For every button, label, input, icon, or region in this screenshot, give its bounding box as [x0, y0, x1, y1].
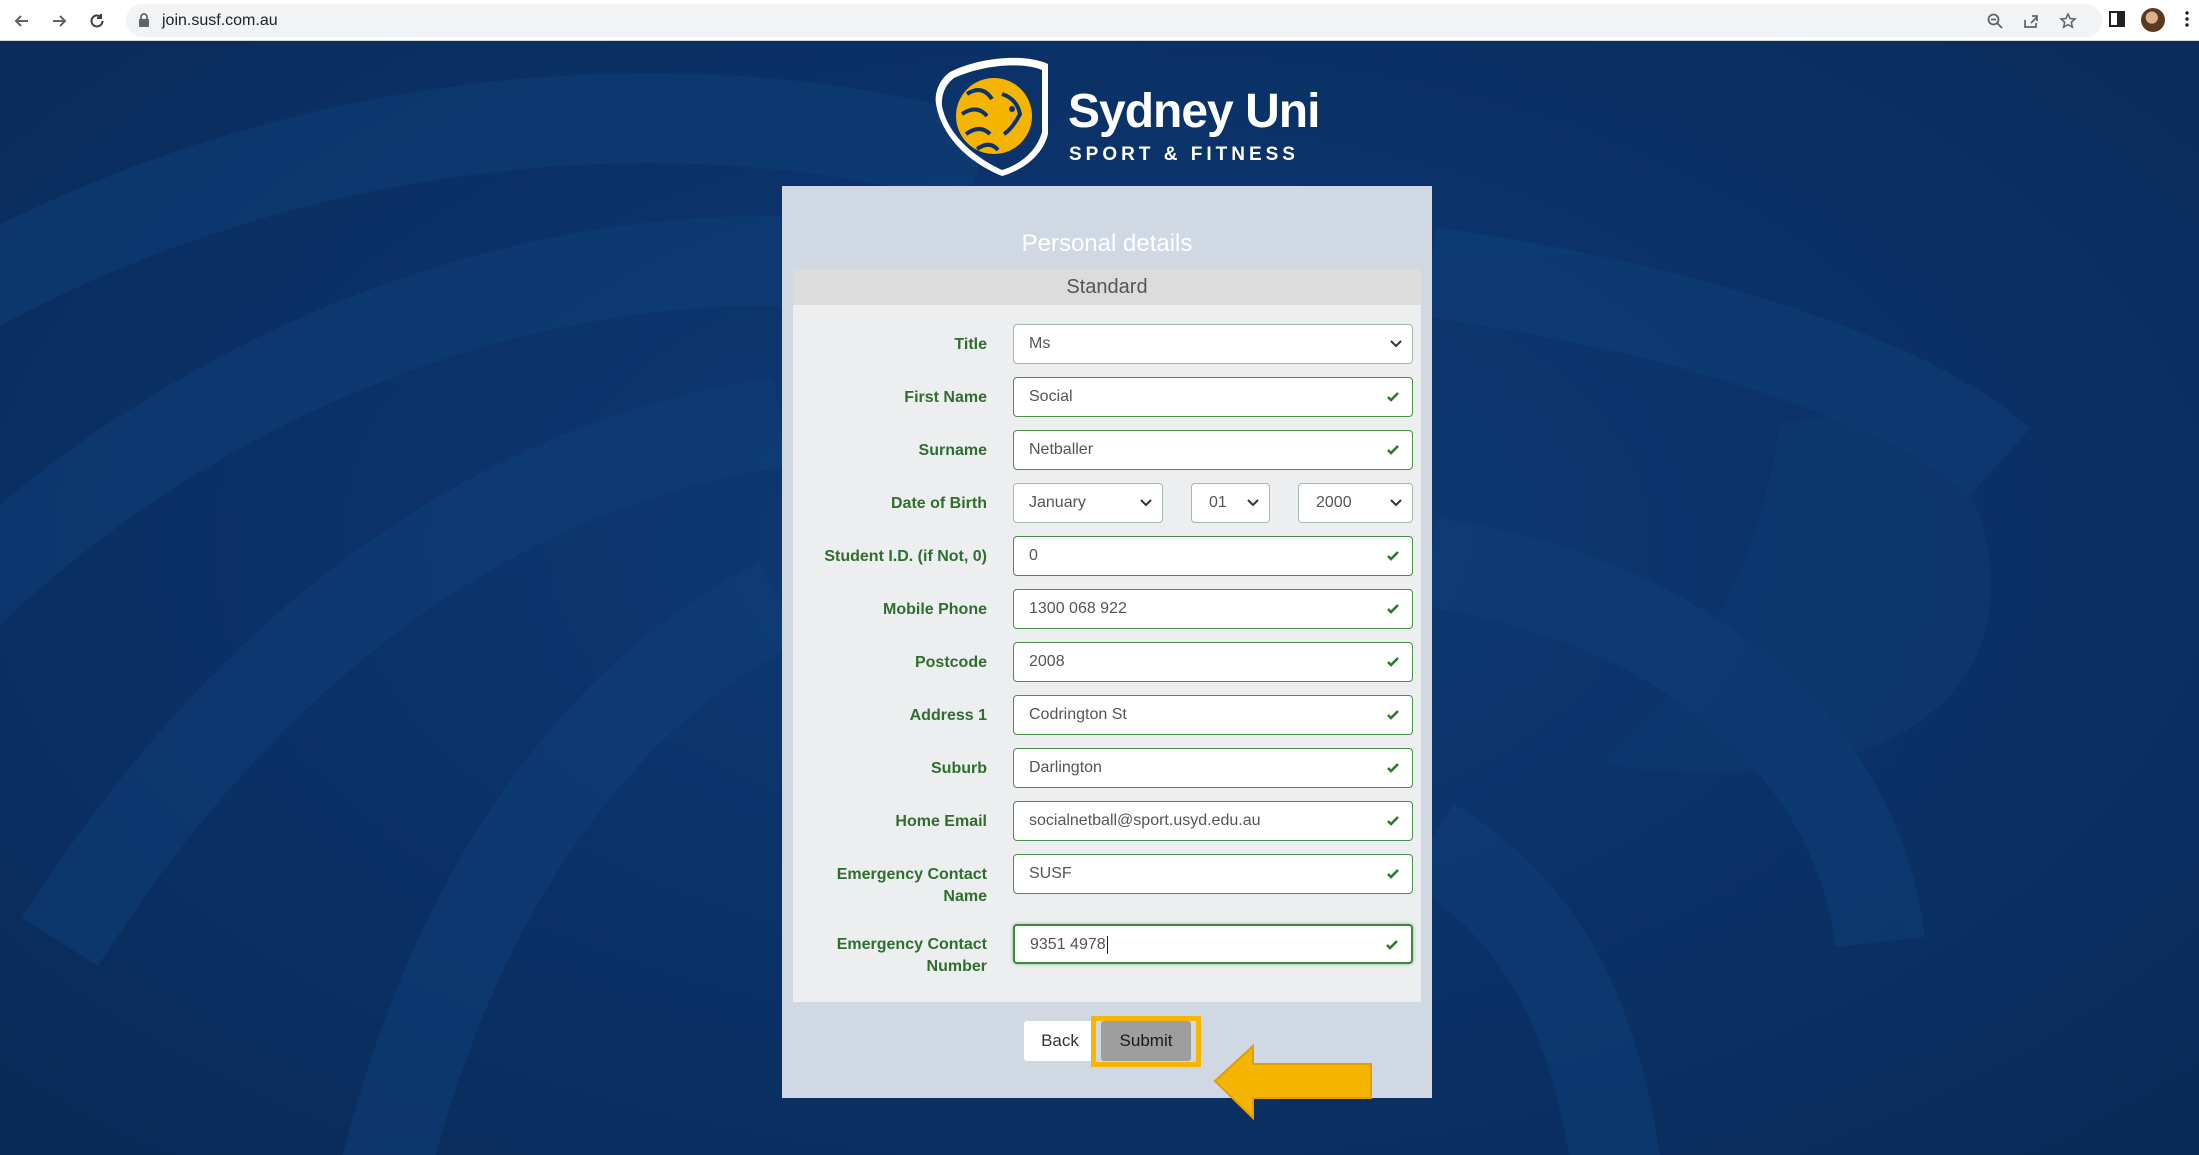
address-bar[interactable]: join.susf.com.au — [126, 4, 2102, 37]
field-label: Emergency Contact Name — [836, 866, 987, 905]
dob-day-value: 01 — [1209, 494, 1227, 511]
chevron-down-icon — [1390, 499, 1402, 507]
surname-value: Netballer — [1029, 441, 1094, 458]
suburb-input[interactable]: Darlington — [1013, 748, 1413, 788]
field-label: Date of Birth — [891, 495, 987, 512]
dob-month-value: January — [1029, 494, 1086, 511]
section-header: Standard — [793, 269, 1421, 305]
chevron-down-icon — [1390, 340, 1402, 348]
postcode-value: 2008 — [1029, 653, 1065, 670]
submit-button[interactable]: Submit — [1101, 1021, 1191, 1061]
address-1-value: Codrington St — [1029, 706, 1127, 723]
valid-check-icon — [1387, 604, 1399, 614]
home-email-value: socialnetball@sport.usyd.edu.au — [1029, 812, 1261, 829]
dob-year-value: 2000 — [1316, 494, 1352, 511]
side-panel-icon[interactable] — [2107, 9, 2127, 29]
susf-logo: Sydney Uni SPORT & FITNESS — [932, 54, 1320, 176]
dob-year-select[interactable]: 2000 — [1298, 483, 1413, 523]
personal-details-panel: Personal details Standard Title Ms First… — [782, 186, 1432, 1098]
field-label: First Name — [904, 389, 987, 406]
browser-toolbar: join.susf.com.au — [0, 0, 2199, 41]
suburb-value: Darlington — [1029, 759, 1102, 776]
back-button[interactable]: Back — [1024, 1021, 1096, 1061]
valid-check-icon — [1387, 763, 1399, 773]
zoom-icon[interactable] — [1984, 10, 2006, 32]
chevron-down-icon — [1140, 499, 1152, 507]
bookmark-star-icon[interactable] — [2057, 10, 2079, 32]
share-icon[interactable] — [2020, 10, 2042, 32]
url-text: join.susf.com.au — [162, 12, 278, 29]
emergency-contact-name-value: SUSF — [1029, 865, 1072, 882]
emergency-contact-number-input[interactable]: 9351 4978 — [1013, 924, 1413, 964]
valid-check-icon — [1386, 940, 1398, 950]
form-container: Standard Title Ms First Name Social Surn… — [793, 269, 1421, 1002]
postcode-input[interactable]: 2008 — [1013, 642, 1413, 682]
forward-arrow-icon[interactable] — [45, 7, 73, 35]
field-label: Student I.D. (if Not, 0) — [824, 548, 987, 565]
mobile-phone-input[interactable]: 1300 068 922 — [1013, 589, 1413, 629]
field-label: Address 1 — [909, 707, 987, 724]
valid-check-icon — [1387, 551, 1399, 561]
field-label: Mobile Phone — [883, 601, 987, 618]
field-label: Postcode — [914, 654, 987, 671]
field-label: Emergency Contact Number — [836, 936, 987, 975]
menu-kebab-icon[interactable] — [2181, 9, 2193, 29]
page-background: Sydney Uni SPORT & FITNESS Personal deta… — [0, 42, 2199, 1155]
field-label: Home Email — [895, 813, 987, 830]
field-label: Surname — [918, 442, 987, 459]
student-id-input[interactable]: 0 — [1013, 536, 1413, 576]
lock-icon — [138, 13, 150, 33]
back-arrow-icon[interactable] — [8, 7, 36, 35]
emergency-contact-name-input[interactable]: SUSF — [1013, 854, 1413, 894]
address-1-input[interactable]: Codrington St — [1013, 695, 1413, 735]
valid-check-icon — [1387, 657, 1399, 667]
profile-avatar[interactable] — [2141, 8, 2165, 32]
valid-check-icon — [1387, 392, 1399, 402]
valid-check-icon — [1387, 445, 1399, 455]
chevron-down-icon — [1247, 499, 1259, 507]
text-cursor — [1106, 935, 1108, 954]
valid-check-icon — [1387, 710, 1399, 720]
emergency-contact-number-value: 9351 4978 — [1030, 936, 1106, 953]
home-email-input[interactable]: socialnetball@sport.usyd.edu.au — [1013, 801, 1413, 841]
title-select[interactable]: Ms — [1013, 324, 1413, 364]
lion-shield-icon — [935, 57, 1048, 176]
valid-check-icon — [1387, 816, 1399, 826]
reload-icon[interactable] — [83, 7, 111, 35]
valid-check-icon — [1387, 869, 1399, 879]
panel-title: Personal details — [1021, 230, 1193, 257]
mobile-phone-value: 1300 068 922 — [1029, 600, 1127, 617]
brand-tagline: SPORT & FITNESS — [1069, 144, 1299, 165]
dob-day-select[interactable]: 01 — [1191, 483, 1270, 523]
field-label: Title — [954, 336, 987, 353]
first-name-value: Social — [1029, 388, 1073, 405]
student-id-value: 0 — [1029, 547, 1038, 564]
brand-name: Sydney Uni — [1068, 85, 1320, 138]
surname-input[interactable]: Netballer — [1013, 430, 1413, 470]
field-label: Suburb — [931, 760, 987, 777]
first-name-input[interactable]: Social — [1013, 377, 1413, 417]
dob-month-select[interactable]: January — [1013, 483, 1163, 523]
pointer-arrow-icon — [1213, 1044, 1372, 1121]
title-select-value: Ms — [1029, 335, 1051, 352]
